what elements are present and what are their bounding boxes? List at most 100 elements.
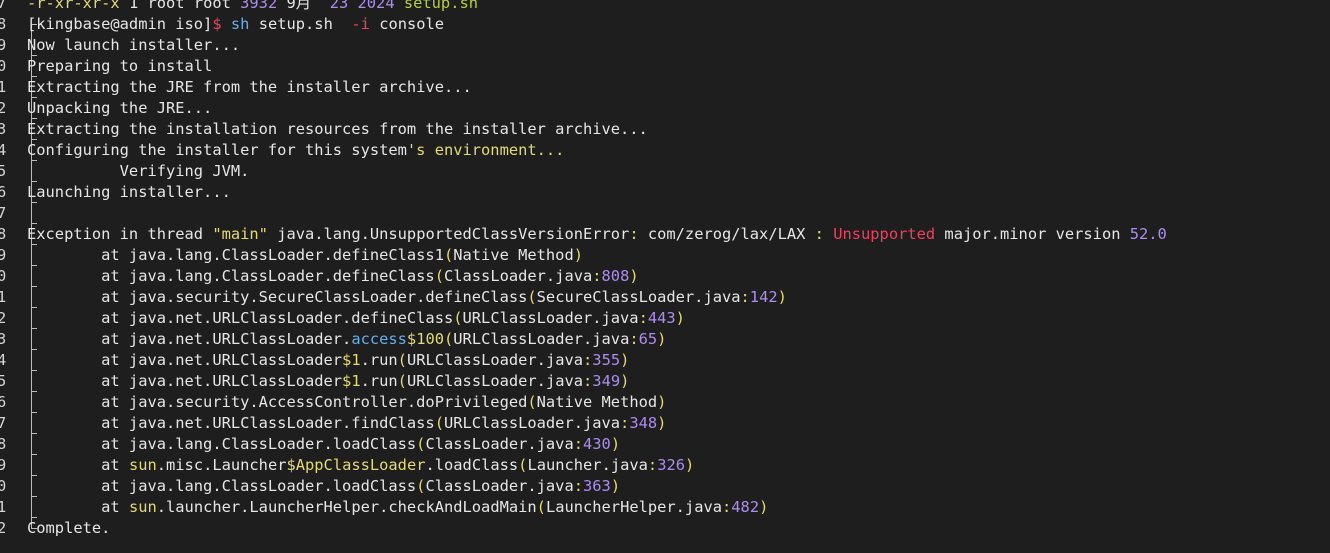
line-segment: 23 [329, 0, 349, 12]
line-segment: at java.net.URLClassLoader.defineClass [27, 309, 454, 327]
terminal-line: 8 at java.lang.ClassLoader.loadClass(Cla… [0, 434, 1330, 455]
line-number: 8 [0, 225, 7, 243]
line-segment: 142 [749, 288, 778, 306]
terminal-line: 1 Extracting the JRE from the installer a… [0, 77, 1330, 98]
line-segment: access [351, 330, 407, 348]
line-segment: Exception in thread [27, 225, 213, 243]
line-number: 9 [0, 246, 7, 264]
line-segment: 348 [629, 414, 658, 432]
line-segment: : [647, 456, 658, 474]
terminal-window[interactable]: 7 -r-xr-xr-x 1 root root 3932 9月 23 2024 … [0, 0, 1330, 553]
line-number: 2 [0, 99, 7, 117]
line-segment: : [638, 309, 648, 327]
line-number: 7 [0, 0, 7, 12]
line-segment: ClassLoader.java [425, 477, 574, 495]
fold-marker-icon [14, 266, 37, 287]
line-number: 2 [0, 519, 7, 537]
line-segment: 's environment... [406, 141, 565, 159]
line-segment: sun [128, 456, 157, 474]
line-segment: ( [397, 372, 407, 390]
line-content: at java.net.URLClassLoader$1.run(URLClas… [27, 350, 629, 371]
line-segment: Verifying JVM. [27, 162, 250, 180]
line-segment: $1 [342, 351, 361, 369]
line-content: at java.lang.ClassLoader.defineClass(Cla… [27, 266, 639, 287]
line-segment: Now launch installer... [27, 36, 241, 54]
line-number: 3 [0, 120, 7, 138]
line-segment: URLClassLoader.java [443, 414, 621, 432]
line-segment: ( [527, 288, 537, 306]
line-segment: ) [620, 372, 630, 390]
fold-marker-icon [14, 161, 37, 182]
line-content: Launching installer... [27, 182, 231, 203]
line-segment: .launcher.LauncherHelper.checkAndLoadMai… [156, 498, 537, 516]
line-segment: LauncherHelper.java [545, 498, 722, 516]
line-segment: ( [453, 309, 463, 327]
line-content: -r-xr-xr-x 1 root root 3932 9月 23 2024 s… [27, 0, 478, 14]
line-content: Complete. [27, 518, 110, 539]
terminal-line: 5 at java.net.URLClassLoader$1.run(URLCl… [0, 371, 1330, 392]
terminal-line: 7 -r-xr-xr-x 1 root root 3932 9月 23 2024 … [0, 0, 1330, 14]
line-segment: at java.net.URLClassLoader [27, 351, 343, 369]
line-segment: at [27, 498, 129, 516]
line-segment: com/zerog/lax/LAX [638, 225, 815, 243]
line-segment: Preparing to install [27, 57, 213, 75]
line-segment: ( [397, 351, 407, 369]
line-segment: .misc.Launcher [156, 456, 287, 474]
line-content: at java.net.URLClassLoader.defineClass(U… [27, 308, 685, 329]
line-segment [222, 15, 231, 33]
line-segment: : [629, 225, 639, 243]
line-segment: ( [536, 498, 546, 516]
terminal-line: 4 Configuring the installer for this syst… [0, 140, 1330, 161]
line-content: at java.security.AccessController.doPriv… [27, 392, 666, 413]
line-segment: at java.net.URLClassLoader.findClass [27, 414, 435, 432]
line-content: Verifying JVM. [27, 161, 250, 182]
line-segment: ) [610, 435, 621, 453]
line-segment: setup.sh [249, 15, 352, 33]
line-segment: ( [443, 246, 454, 264]
line-segment: major.minor version [935, 225, 1130, 243]
line-segment: : [722, 498, 732, 516]
terminal-line: 9 Now launch installer... [0, 35, 1330, 56]
line-content: at java.security.SecureClassLoader.defin… [27, 287, 787, 308]
line-segment: sun [128, 498, 157, 516]
terminal-line: 3 Extracting the installation resources f… [0, 119, 1330, 140]
line-segment: 65 [638, 330, 658, 348]
line-segment: 326 [657, 456, 685, 474]
fold-marker-icon [14, 119, 37, 140]
terminal-line: 2 Complete. [0, 518, 1330, 539]
fold-marker-icon [14, 245, 37, 266]
line-number: 9 [0, 456, 7, 474]
terminal-line: 9 at java.lang.ClassLoader.defineClass1(… [0, 245, 1330, 266]
line-segment: ) [657, 393, 667, 411]
line-segment: : [583, 372, 593, 390]
line-number: 9 [0, 36, 7, 54]
line-segment: URLClassLoader.java [406, 372, 584, 390]
terminal-line: 6 at java.security.AccessController.doPr… [0, 392, 1330, 413]
terminal-line: 1 at java.security.SecureClassLoader.def… [0, 287, 1330, 308]
line-segment: 808 [601, 267, 630, 285]
terminal-line: 6 Launching installer... [0, 182, 1330, 203]
line-segment: Extracting the JRE from the installer ar… [27, 78, 472, 96]
line-number: 1 [0, 498, 7, 516]
line-segment [348, 0, 357, 12]
line-segment: 9月 [277, 0, 330, 12]
fold-marker-icon [14, 35, 37, 56]
line-content: Exception in thread "main" java.lang.Uns… [27, 224, 1167, 245]
terminal-line: 0 Preparing to install [0, 56, 1330, 77]
line-number: 0 [0, 57, 7, 75]
line-number: 4 [0, 351, 7, 369]
terminal-line: 2 Unpacking the JRE... [0, 98, 1330, 119]
line-content: at java.lang.ClassLoader.loadClass(Class… [27, 434, 620, 455]
terminal-line: 0 at java.lang.ClassLoader.defineClass(C… [0, 266, 1330, 287]
line-segment: $1 [342, 372, 361, 390]
line-segment: Launching installer... [27, 183, 231, 201]
fold-marker-icon [14, 287, 37, 308]
line-segment: : [740, 288, 750, 306]
fold-marker-icon [14, 77, 37, 98]
line-segment: : [592, 267, 602, 285]
line-number: 3 [0, 330, 7, 348]
line-segment: Unpacking the JRE... [27, 99, 213, 117]
line-segment: at java.security.SecureClassLoader.defin… [27, 288, 528, 306]
fold-marker-icon [14, 98, 37, 119]
line-content: at java.net.URLClassLoader.access$100(UR… [27, 329, 666, 350]
